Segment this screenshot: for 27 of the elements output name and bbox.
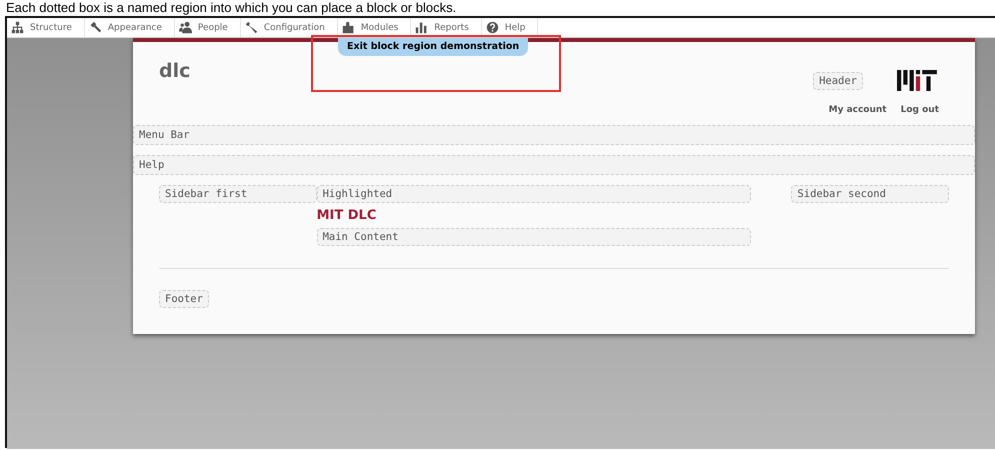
main-content-region: Main Content xyxy=(316,228,752,246)
hierarchy-icon xyxy=(11,21,24,34)
toolbar-link[interactable]: Structure xyxy=(7,18,85,37)
header-region: Header xyxy=(813,72,863,90)
sidebar-first-region: Sidebar first xyxy=(159,185,317,203)
region-block: Menu Bar xyxy=(133,125,975,145)
sidebar-second-region: Sidebar second xyxy=(791,185,949,203)
exit-demo-button[interactable]: Exit block region demonstration xyxy=(338,38,528,56)
toolbar-link[interactable]: Appearance xyxy=(84,18,175,37)
toolbar-link[interactable]: Help xyxy=(482,18,538,37)
site-name[interactable]: dlc xyxy=(159,60,190,115)
help-icon xyxy=(486,21,499,34)
toolbar-link[interactable]: Reports xyxy=(411,18,482,37)
footer-region: Footer xyxy=(159,290,209,308)
toolbar-link[interactable]: Modules xyxy=(338,18,412,37)
hammer-icon xyxy=(88,21,102,34)
page-title: MIT DLC xyxy=(316,208,378,223)
region-block: Help xyxy=(133,155,975,175)
toolbar-link[interactable]: People xyxy=(174,18,241,37)
toolbar-link[interactable]: Configuration xyxy=(240,18,338,37)
bar-chart-icon xyxy=(415,21,428,34)
people-icon xyxy=(178,21,192,34)
user-link[interactable]: Log out xyxy=(900,105,939,115)
logo-icon xyxy=(897,70,939,91)
highlighted-region: Highlighted xyxy=(316,185,752,203)
caption-text: Each dotted box is a named region into which you can place a block or blocks. xyxy=(5,0,458,16)
user-link[interactable]: My account xyxy=(828,105,887,115)
